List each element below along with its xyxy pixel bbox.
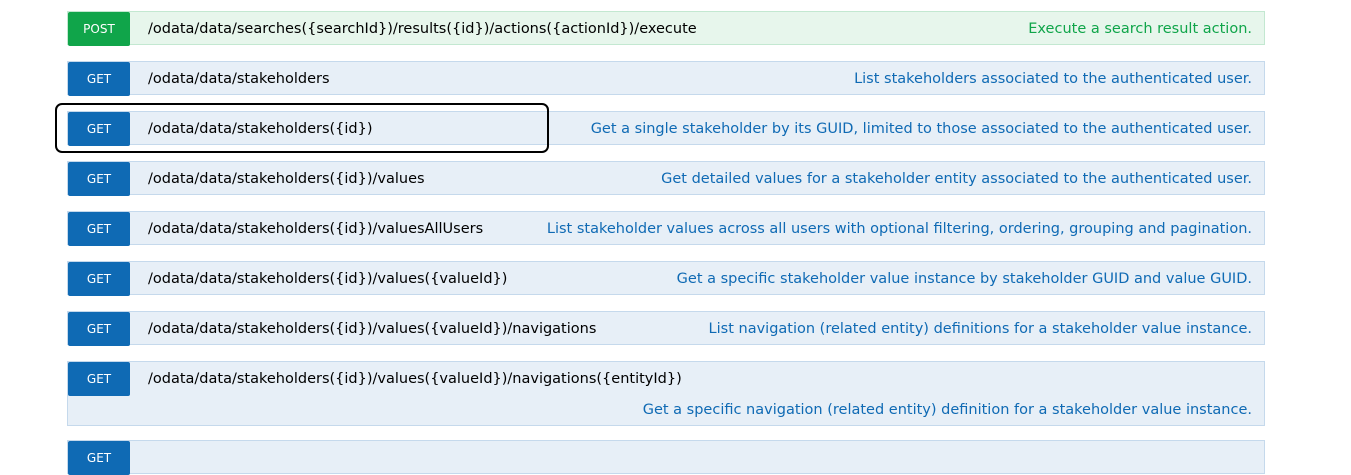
operation-summary[interactable]: Get a single stakeholder by its GUID, li… — [591, 112, 1252, 146]
operation-row[interactable]: GET /odata/data/stakeholders({id})/value… — [67, 211, 1265, 246]
operation-row[interactable]: GET /odata/data/stakeholders List stakeh… — [67, 61, 1265, 96]
operation-path[interactable]: /odata/data/stakeholders({id}) — [148, 112, 373, 146]
operation-summary[interactable]: Get detailed values for a stakeholder en… — [661, 162, 1252, 196]
operation-path[interactable]: /odata/data/stakeholders({id})/valuesAll… — [148, 212, 483, 246]
operation-row[interactable]: GET /odata/data/stakeholders({id})/value… — [67, 161, 1265, 196]
operation-path[interactable]: /odata/data/stakeholders({id})/values — [148, 162, 425, 196]
operation-path[interactable]: /odata/data/stakeholders — [148, 62, 330, 96]
operation-row[interactable]: GET — [67, 440, 1265, 475]
operation-row[interactable]: GET /odata/data/stakeholders({id})/value… — [67, 261, 1265, 296]
method-badge-get[interactable]: GET — [68, 262, 130, 296]
operation-summary[interactable]: Get a specific navigation (related entit… — [643, 395, 1252, 425]
operation-summary[interactable]: List stakeholder values across all users… — [547, 212, 1252, 246]
operation-row[interactable]: GET /odata/data/stakeholders({id}) Get a… — [67, 111, 1265, 146]
operation-path[interactable]: /odata/data/stakeholders({id})/values({v… — [148, 262, 507, 296]
operation-summary[interactable]: Get a specific stakeholder value instanc… — [677, 262, 1252, 296]
operation-row[interactable]: POST /odata/data/searches({searchId})/re… — [67, 11, 1265, 46]
operation-path[interactable]: /odata/data/stakeholders({id})/values({v… — [148, 362, 682, 396]
method-badge-get[interactable]: GET — [68, 62, 130, 96]
method-badge-get[interactable]: GET — [68, 362, 130, 396]
method-badge-get[interactable]: GET — [68, 212, 130, 246]
operation-row[interactable]: GET /odata/data/stakeholders({id})/value… — [67, 361, 1265, 426]
method-badge-get[interactable]: GET — [68, 441, 130, 475]
method-badge-get[interactable]: GET — [68, 162, 130, 196]
operation-summary[interactable]: List stakeholders associated to the auth… — [854, 62, 1252, 96]
method-badge-post[interactable]: POST — [68, 12, 130, 46]
operation-path[interactable]: /odata/data/searches({searchId})/results… — [148, 12, 697, 46]
operation-row[interactable]: GET /odata/data/stakeholders({id})/value… — [67, 311, 1265, 346]
method-badge-get[interactable]: GET — [68, 112, 130, 146]
operation-list: POST /odata/data/searches({searchId})/re… — [0, 0, 1351, 475]
operation-summary[interactable]: List navigation (related entity) definit… — [709, 312, 1252, 346]
method-badge-get[interactable]: GET — [68, 312, 130, 346]
operation-summary[interactable]: Execute a search result action. — [1028, 12, 1252, 46]
operation-path[interactable]: /odata/data/stakeholders({id})/values({v… — [148, 312, 596, 346]
